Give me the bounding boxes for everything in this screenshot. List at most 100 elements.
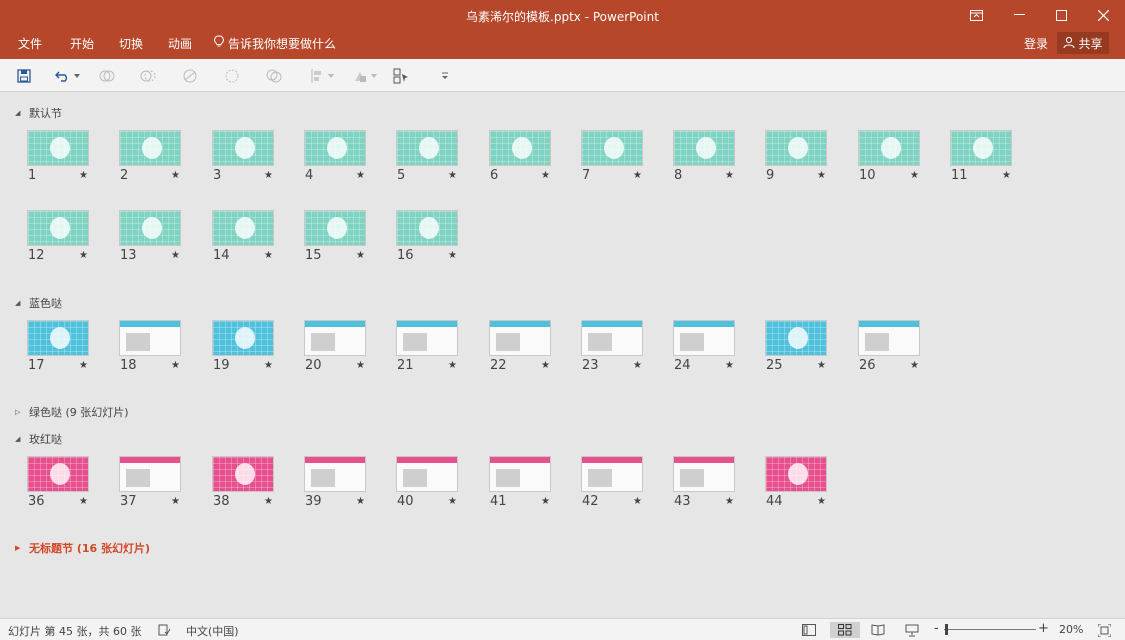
slide-thumbnail[interactable]: 8 ★ <box>673 130 735 183</box>
slide-thumbnail[interactable]: 23 ★ <box>581 320 643 373</box>
slide-preview[interactable] <box>765 320 827 356</box>
shape-subtract-icon[interactable] <box>264 66 284 86</box>
slide-thumbnail[interactable]: 38 ★ <box>212 456 274 509</box>
transition-star-icon[interactable]: ★ <box>817 496 826 507</box>
transition-star-icon[interactable]: ★ <box>633 496 642 507</box>
undo-icon[interactable] <box>53 66 73 86</box>
section-collapsed-icon[interactable]: ▶ <box>15 544 23 552</box>
slide-thumbnail[interactable]: 14 ★ <box>212 210 274 263</box>
section-expanded-icon[interactable]: ◢ <box>15 299 23 307</box>
slide-thumbnail[interactable]: 19 ★ <box>212 320 274 373</box>
spellcheck-icon[interactable] <box>155 622 173 638</box>
slide-thumbnail[interactable]: 16 ★ <box>396 210 458 263</box>
slide-preview[interactable] <box>27 320 89 356</box>
slide-thumbnail[interactable]: 40 ★ <box>396 456 458 509</box>
tab-transitions[interactable]: 切换 <box>117 35 145 53</box>
slide-preview[interactable] <box>858 320 920 356</box>
slide-thumbnail[interactable]: 7 ★ <box>581 130 643 183</box>
slide-thumbnail[interactable]: 1 ★ <box>27 130 89 183</box>
slide-thumbnail[interactable]: 36 ★ <box>27 456 89 509</box>
login-link[interactable]: 登录 <box>1024 35 1048 53</box>
tab-file[interactable]: 文件 <box>16 35 44 53</box>
maximize-icon[interactable] <box>1040 0 1082 30</box>
slide-preview[interactable] <box>396 456 458 492</box>
slide-thumbnail[interactable]: 9 ★ <box>765 130 827 183</box>
transition-star-icon[interactable]: ★ <box>79 170 88 181</box>
transition-star-icon[interactable]: ★ <box>448 170 457 181</box>
transition-star-icon[interactable]: ★ <box>541 170 550 181</box>
transition-star-icon[interactable]: ★ <box>79 496 88 507</box>
fit-to-window-icon[interactable] <box>1095 622 1113 638</box>
section-header[interactable]: ◢ 蓝色哒 <box>15 295 62 311</box>
transition-star-icon[interactable]: ★ <box>541 496 550 507</box>
slide-preview[interactable] <box>396 320 458 356</box>
shape-union-icon[interactable] <box>97 66 117 86</box>
slide-preview[interactable] <box>489 456 551 492</box>
slide-thumbnail[interactable]: 21 ★ <box>396 320 458 373</box>
transition-star-icon[interactable]: ★ <box>79 360 88 371</box>
slide-preview[interactable] <box>489 130 551 166</box>
slide-preview[interactable] <box>27 210 89 246</box>
slide-preview[interactable] <box>119 456 181 492</box>
transition-star-icon[interactable]: ★ <box>725 360 734 371</box>
slide-thumbnail[interactable]: 13 ★ <box>119 210 181 263</box>
transition-star-icon[interactable]: ★ <box>910 170 919 181</box>
transition-star-icon[interactable]: ★ <box>264 170 273 181</box>
transition-star-icon[interactable]: ★ <box>725 496 734 507</box>
transition-star-icon[interactable]: ★ <box>448 496 457 507</box>
save-icon[interactable] <box>14 66 34 86</box>
close-icon[interactable] <box>1082 0 1124 30</box>
slide-preview[interactable] <box>396 210 458 246</box>
language-indicator[interactable]: 中文(中国) <box>186 623 239 639</box>
slide-sorter[interactable]: ◢ 默认节 ◢ 蓝色哒 ▷ 绿色哒 (9 张幻灯片) ◢ 玫红哒 ▶ 无标题节 … <box>0 92 1125 618</box>
shape-fragment-icon[interactable] <box>180 66 200 86</box>
transition-star-icon[interactable]: ★ <box>171 170 180 181</box>
slide-preview[interactable] <box>212 456 274 492</box>
slide-thumbnail[interactable]: 3 ★ <box>212 130 274 183</box>
minimize-icon[interactable] <box>998 0 1040 30</box>
slide-preview[interactable] <box>581 456 643 492</box>
slide-preview[interactable] <box>489 320 551 356</box>
slide-preview[interactable] <box>27 456 89 492</box>
slide-thumbnail[interactable]: 4 ★ <box>304 130 366 183</box>
normal-view-icon[interactable] <box>800 622 818 638</box>
slide-preview[interactable] <box>27 130 89 166</box>
transition-star-icon[interactable]: ★ <box>541 360 550 371</box>
slide-preview[interactable] <box>212 210 274 246</box>
transition-star-icon[interactable]: ★ <box>356 496 365 507</box>
customize-qat-icon[interactable] <box>438 66 452 86</box>
slide-thumbnail[interactable]: 15 ★ <box>304 210 366 263</box>
arrange-dropdown-icon[interactable] <box>368 66 380 86</box>
slide-thumbnail[interactable]: 42 ★ <box>581 456 643 509</box>
section-header[interactable]: ◢ 玫红哒 <box>15 431 62 447</box>
transition-star-icon[interactable]: ★ <box>264 496 273 507</box>
slide-thumbnail[interactable]: 22 ★ <box>489 320 551 373</box>
align-icon[interactable] <box>307 66 327 86</box>
slide-thumbnail[interactable]: 5 ★ <box>396 130 458 183</box>
reading-view-icon[interactable] <box>869 622 887 638</box>
slide-thumbnail[interactable]: 18 ★ <box>119 320 181 373</box>
slide-preview[interactable] <box>673 456 735 492</box>
slide-preview[interactable] <box>581 320 643 356</box>
slide-thumbnail[interactable]: 20 ★ <box>304 320 366 373</box>
transition-star-icon[interactable]: ★ <box>171 496 180 507</box>
transition-star-icon[interactable]: ★ <box>633 360 642 371</box>
slide-thumbnail[interactable]: 44 ★ <box>765 456 827 509</box>
shape-combine-icon[interactable] <box>138 66 158 86</box>
transition-star-icon[interactable]: ★ <box>171 360 180 371</box>
slide-thumbnail[interactable]: 10 ★ <box>858 130 920 183</box>
slideshow-icon[interactable] <box>903 622 921 638</box>
zoom-level[interactable]: 20% <box>1059 623 1083 636</box>
slide-preview[interactable] <box>119 210 181 246</box>
zoom-in-button[interactable]: + <box>1038 621 1049 636</box>
section-collapsed-icon[interactable]: ▷ <box>15 408 23 416</box>
slide-preview[interactable] <box>673 320 735 356</box>
slide-thumbnail[interactable]: 39 ★ <box>304 456 366 509</box>
slide-thumbnail[interactable]: 24 ★ <box>673 320 735 373</box>
slide-preview[interactable] <box>858 130 920 166</box>
transition-star-icon[interactable]: ★ <box>356 360 365 371</box>
transition-star-icon[interactable]: ★ <box>171 250 180 261</box>
tell-me-search[interactable]: 告诉我你想要做什么 <box>214 35 336 53</box>
slide-thumbnail[interactable]: 12 ★ <box>27 210 89 263</box>
ribbon-display-icon[interactable] <box>955 0 997 30</box>
